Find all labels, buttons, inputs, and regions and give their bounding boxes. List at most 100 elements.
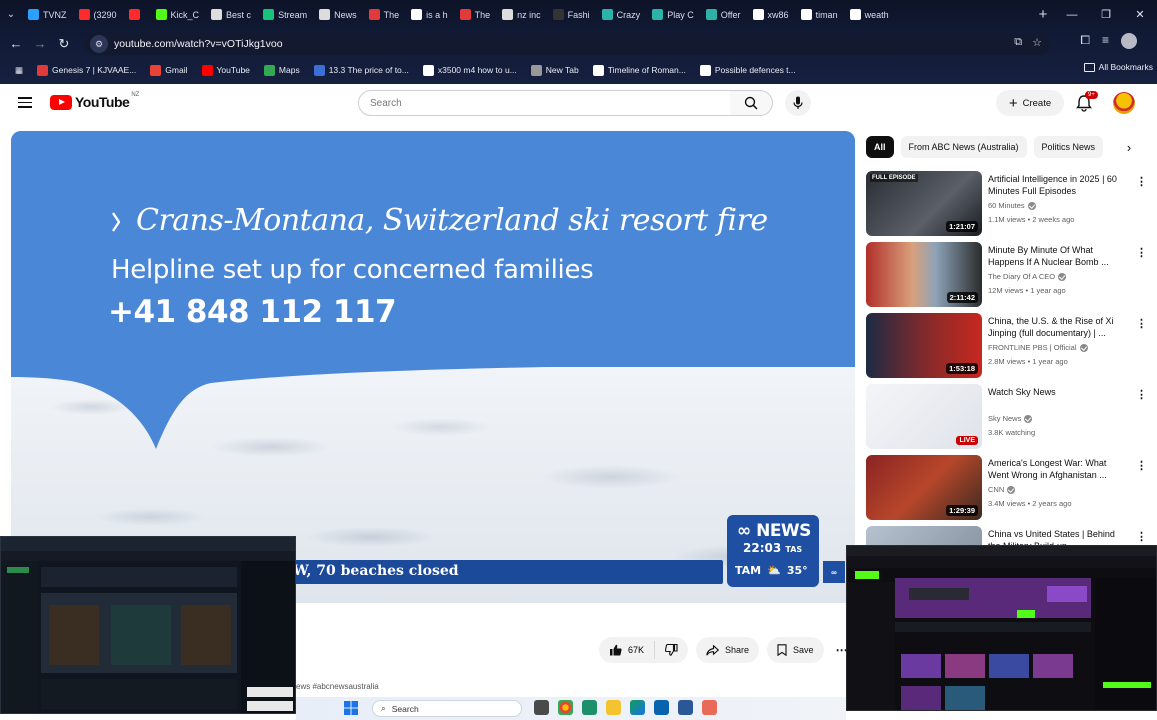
browser-tab[interactable]: Best c bbox=[205, 4, 257, 26]
filter-chip[interactable]: All bbox=[866, 136, 894, 158]
video-thumbnail[interactable]: 1:29:39 bbox=[866, 455, 982, 520]
extensions-icon[interactable]: ⧠ bbox=[1080, 33, 1090, 49]
user-avatar[interactable] bbox=[1113, 92, 1135, 114]
browser-tab[interactable]: Crazy bbox=[596, 4, 647, 26]
bookmark-item[interactable]: x3500 m4 how to u... bbox=[416, 64, 524, 76]
new-tab-button[interactable]: + bbox=[1032, 6, 1054, 23]
browser-tab[interactable]: TVNZ bbox=[22, 4, 73, 26]
like-button[interactable]: 67K bbox=[599, 641, 656, 659]
youtube-logo[interactable]: YouTube NZ bbox=[50, 92, 139, 110]
bookmark-favicon-icon bbox=[201, 64, 213, 76]
browser-tab[interactable]: Kick_C bbox=[150, 4, 206, 26]
browser-tab[interactable]: Play C bbox=[646, 4, 700, 26]
forward-icon[interactable]: → bbox=[28, 32, 52, 56]
browser-tab[interactable]: xw86 bbox=[747, 4, 795, 26]
minimize-icon[interactable]: — bbox=[1055, 0, 1089, 29]
photos-icon[interactable] bbox=[702, 700, 717, 715]
browser-tab[interactable]: The bbox=[363, 4, 406, 26]
recommended-video[interactable]: 1:53:18 China, the U.S. & the Rise of Xi … bbox=[866, 313, 1147, 379]
search-button[interactable] bbox=[730, 90, 773, 116]
more-options-icon[interactable]: ⋮ bbox=[1136, 246, 1147, 259]
bookmark-star-icon[interactable]: ☆ bbox=[1032, 36, 1042, 49]
more-options-icon[interactable]: ⋮ bbox=[1136, 175, 1147, 188]
chrome-icon[interactable] bbox=[558, 700, 573, 715]
browser-tab[interactable]: Offer bbox=[700, 4, 747, 26]
edge-icon[interactable] bbox=[630, 700, 645, 715]
browser-tab[interactable]: Stream bbox=[257, 4, 313, 26]
browser-tab[interactable]: weath bbox=[844, 4, 895, 26]
store-icon[interactable] bbox=[678, 700, 693, 715]
profile-avatar[interactable] bbox=[1121, 33, 1137, 49]
task-view-icon[interactable] bbox=[534, 700, 549, 715]
bookmark-item[interactable]: 13.3 The price of to... bbox=[307, 64, 416, 76]
video-title[interactable]: Watch Sky News bbox=[988, 386, 1128, 398]
browser-tab[interactable]: nz inc bbox=[496, 4, 547, 26]
voice-search-button[interactable] bbox=[785, 90, 811, 116]
video-duration: 1:29:39 bbox=[946, 505, 978, 516]
more-options-icon[interactable]: ⋮ bbox=[1136, 388, 1147, 401]
bookmark-item[interactable]: Gmail bbox=[143, 64, 194, 76]
video-thumbnail[interactable]: LIVE bbox=[866, 384, 982, 449]
mail-icon[interactable] bbox=[654, 700, 669, 715]
video-hashtags[interactable]: ews #abcnewsaustralia bbox=[296, 682, 379, 691]
back-icon[interactable]: ← bbox=[4, 32, 28, 56]
bookmark-item[interactable]: Possible defences t... bbox=[693, 64, 803, 76]
url-text[interactable]: youtube.com/watch?v=vOTiJkg1voo bbox=[114, 38, 283, 50]
file-explorer-icon[interactable] bbox=[606, 700, 621, 715]
recommended-video[interactable]: 2:11:42 Minute By Minute Of What Happens … bbox=[866, 242, 1147, 308]
install-icon[interactable]: ⧉ bbox=[1014, 36, 1022, 49]
video-player[interactable]: Crans-Montana, Switzerland ski resort fi… bbox=[11, 131, 855, 603]
bookmark-item[interactable]: YouTube bbox=[195, 64, 257, 76]
create-button[interactable]: + Create bbox=[996, 90, 1064, 116]
browser-tab[interactable]: timan bbox=[795, 4, 844, 26]
recommended-video[interactable]: LIVE Watch Sky News Sky News 3.8K watching ⋮ bbox=[866, 384, 1147, 450]
share-button[interactable]: Share bbox=[696, 637, 760, 663]
channel-name[interactable]: 60 Minutes bbox=[988, 201, 1036, 210]
close-window-icon[interactable]: ✕ bbox=[1123, 0, 1157, 29]
video-title[interactable]: China, the U.S. & the Rise of Xi Jinping… bbox=[988, 315, 1128, 339]
browser-tab[interactable]: News bbox=[313, 4, 363, 26]
maximize-icon[interactable]: ❐ bbox=[1089, 0, 1123, 29]
recommended-video[interactable]: 1:29:39 America's Longest War: What Went … bbox=[866, 455, 1147, 521]
bookmark-item[interactable]: Maps bbox=[257, 64, 307, 76]
video-thumbnail[interactable]: 1:53:18 bbox=[866, 313, 982, 378]
reading-list-icon[interactable]: ≡ bbox=[1102, 33, 1109, 49]
channel-name[interactable]: FRONTLINE PBS | Official bbox=[988, 343, 1088, 352]
more-options-icon[interactable]: ⋮ bbox=[1136, 459, 1147, 472]
dislike-button[interactable] bbox=[655, 644, 688, 656]
browser-tab[interactable]: is a h bbox=[405, 4, 454, 26]
filter-chip[interactable]: From ABC News (Australia) bbox=[900, 136, 1027, 158]
browser-tab[interactable]: The bbox=[454, 4, 497, 26]
channel-name[interactable]: The Diary Of A CEO bbox=[988, 272, 1067, 281]
recommended-video[interactable]: FULL EPISODE 1:21:07 Artificial Intelligen… bbox=[866, 171, 1147, 237]
tab-search-icon[interactable]: ⌄ bbox=[0, 0, 22, 29]
menu-icon[interactable] bbox=[18, 97, 32, 108]
channel-name[interactable]: Sky News bbox=[988, 414, 1033, 423]
taskbar-search[interactable]: ⌕ Search bbox=[372, 700, 522, 717]
bookmark-item[interactable]: Genesis 7 | KJVAAE... bbox=[30, 64, 143, 76]
chevron-right-icon[interactable]: › bbox=[1120, 137, 1138, 157]
channel-name[interactable]: CNN bbox=[988, 485, 1016, 494]
video-thumbnail[interactable]: 2:11:42 bbox=[866, 242, 982, 307]
browser-tab[interactable] bbox=[123, 4, 150, 26]
save-button[interactable]: Save bbox=[767, 637, 824, 663]
apps-icon[interactable]: ▦ bbox=[8, 65, 30, 76]
search-input[interactable]: Search bbox=[358, 90, 731, 116]
filter-chip[interactable]: Politics News bbox=[1033, 136, 1104, 158]
windows-start-icon[interactable] bbox=[344, 701, 358, 715]
browser-tab[interactable]: (3290 bbox=[73, 4, 123, 26]
more-options-icon[interactable]: ⋮ bbox=[1136, 530, 1147, 543]
video-title[interactable]: Artificial Intelligence in 2025 | 60 Min… bbox=[988, 173, 1128, 197]
bookmark-item[interactable]: New Tab bbox=[524, 64, 586, 76]
all-bookmarks[interactable]: All Bookmarks bbox=[1083, 62, 1153, 72]
site-info-icon[interactable]: ⚙ bbox=[90, 35, 108, 53]
video-title[interactable]: Minute By Minute Of What Happens If A Nu… bbox=[988, 244, 1128, 268]
bookmark-item[interactable]: Timeline of Roman... bbox=[586, 64, 693, 76]
more-options-icon[interactable]: ⋮ bbox=[1136, 317, 1147, 330]
app-icon[interactable] bbox=[582, 700, 597, 715]
video-title[interactable]: America's Longest War: What Went Wrong i… bbox=[988, 457, 1128, 481]
omnibox[interactable]: ⚙ youtube.com/watch?v=vOTiJkg1voo ⧉ ☆ bbox=[84, 33, 1050, 55]
browser-tab[interactable]: Fashi bbox=[547, 4, 596, 26]
video-thumbnail[interactable]: FULL EPISODE 1:21:07 bbox=[866, 171, 982, 236]
reload-icon[interactable]: ↻ bbox=[52, 32, 76, 56]
